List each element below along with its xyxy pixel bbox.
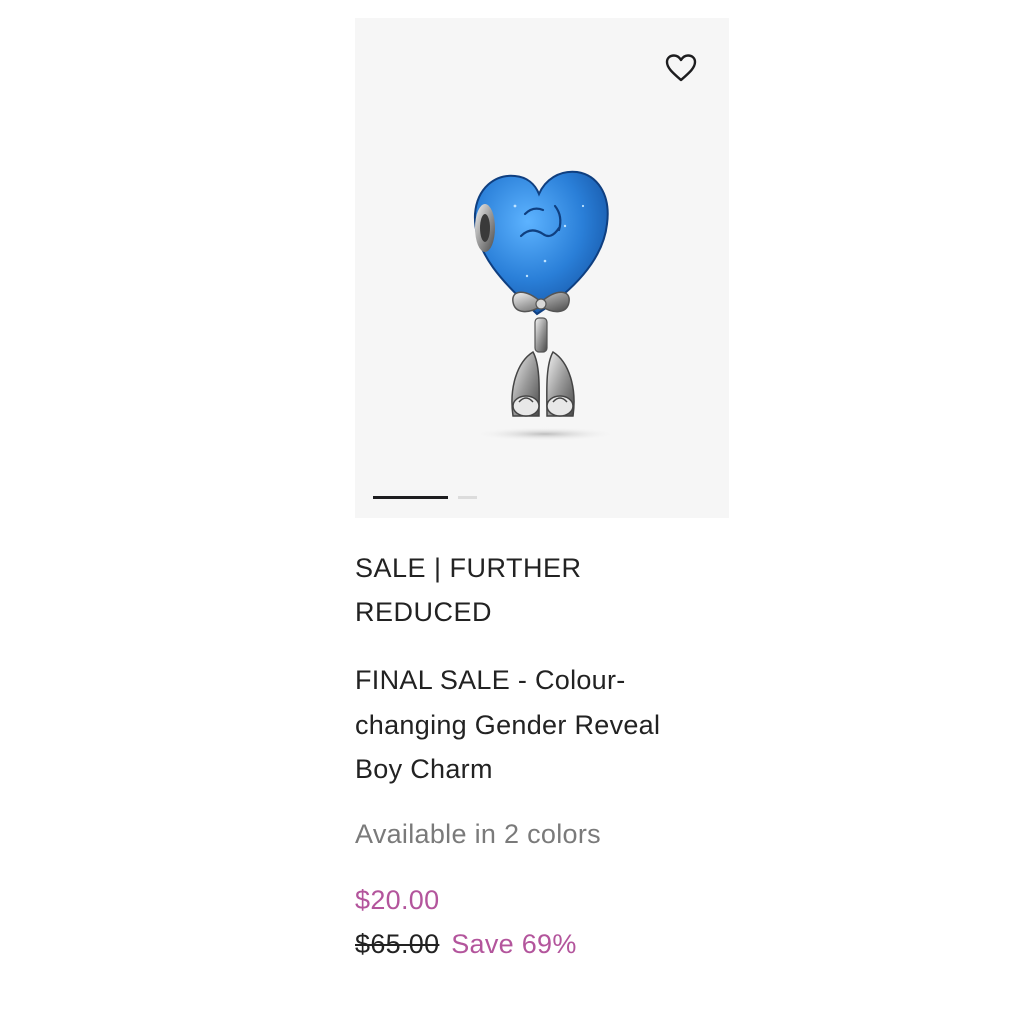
sale-price: $20.00 <box>355 884 440 915</box>
product-image[interactable] <box>455 166 625 456</box>
sale-badge: SALE | FURTHER REDUCED <box>355 546 655 634</box>
image-carousel-pager <box>373 496 477 499</box>
original-price: $65.00 <box>355 928 440 959</box>
savings-text: Save 69% <box>451 928 577 959</box>
carousel-indicator[interactable] <box>458 496 477 499</box>
product-image-container[interactable] <box>355 18 729 518</box>
product-title-line: changing Gender Reveal <box>355 709 661 740</box>
product-card[interactable]: SALE | FURTHER REDUCED FINAL SALE - Colo… <box>355 18 729 968</box>
price-comparison: $65.00 Save 69% <box>355 920 729 968</box>
product-title-line: Boy Charm <box>355 754 493 784</box>
wishlist-button[interactable] <box>663 50 699 86</box>
heart-outline-icon <box>665 54 697 82</box>
product-title[interactable]: FINAL SALE - Colour- changing Gender Rev… <box>355 658 729 792</box>
sale-badge-line: REDUCED <box>355 597 493 627</box>
product-title-line: FINAL SALE - Colour- <box>355 665 626 695</box>
color-availability: Available in 2 colors <box>355 818 601 849</box>
carousel-indicator-active[interactable] <box>373 496 448 499</box>
sale-badge-line: SALE | FURTHER <box>355 553 582 583</box>
